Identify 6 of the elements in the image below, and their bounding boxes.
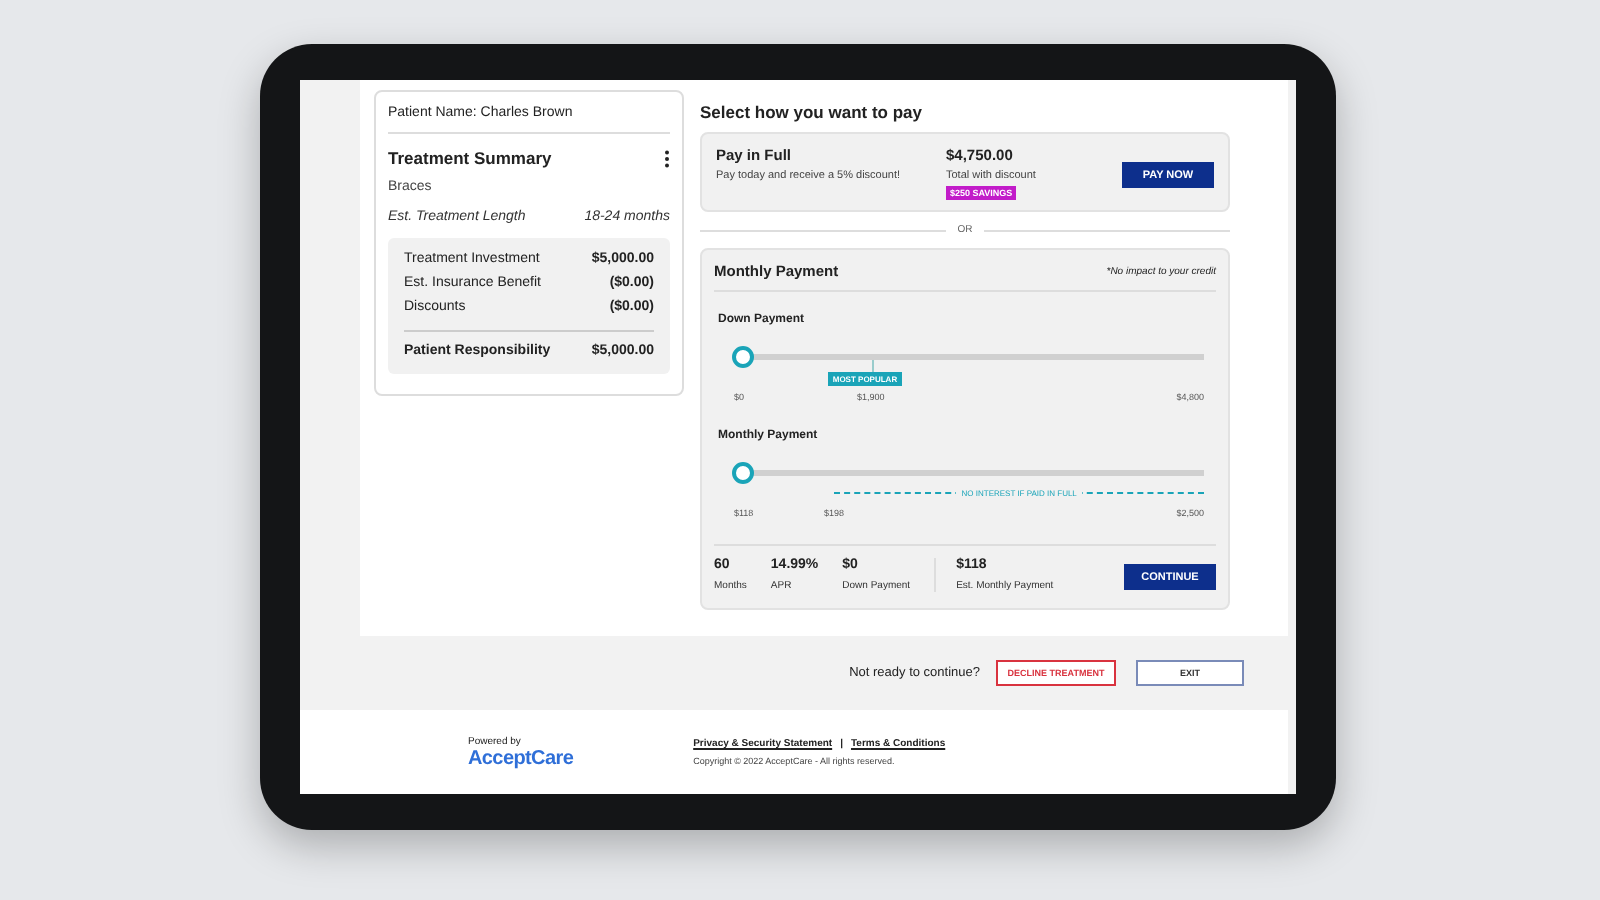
more-options-icon[interactable] xyxy=(664,149,670,167)
slider-thumb[interactable] xyxy=(732,346,754,368)
slider-thumb[interactable] xyxy=(732,462,754,484)
payment-heading: Select how you want to pay xyxy=(700,102,924,122)
brand-logo: AcceptCare xyxy=(468,747,574,769)
summary-title: Treatment Summary xyxy=(388,148,552,168)
